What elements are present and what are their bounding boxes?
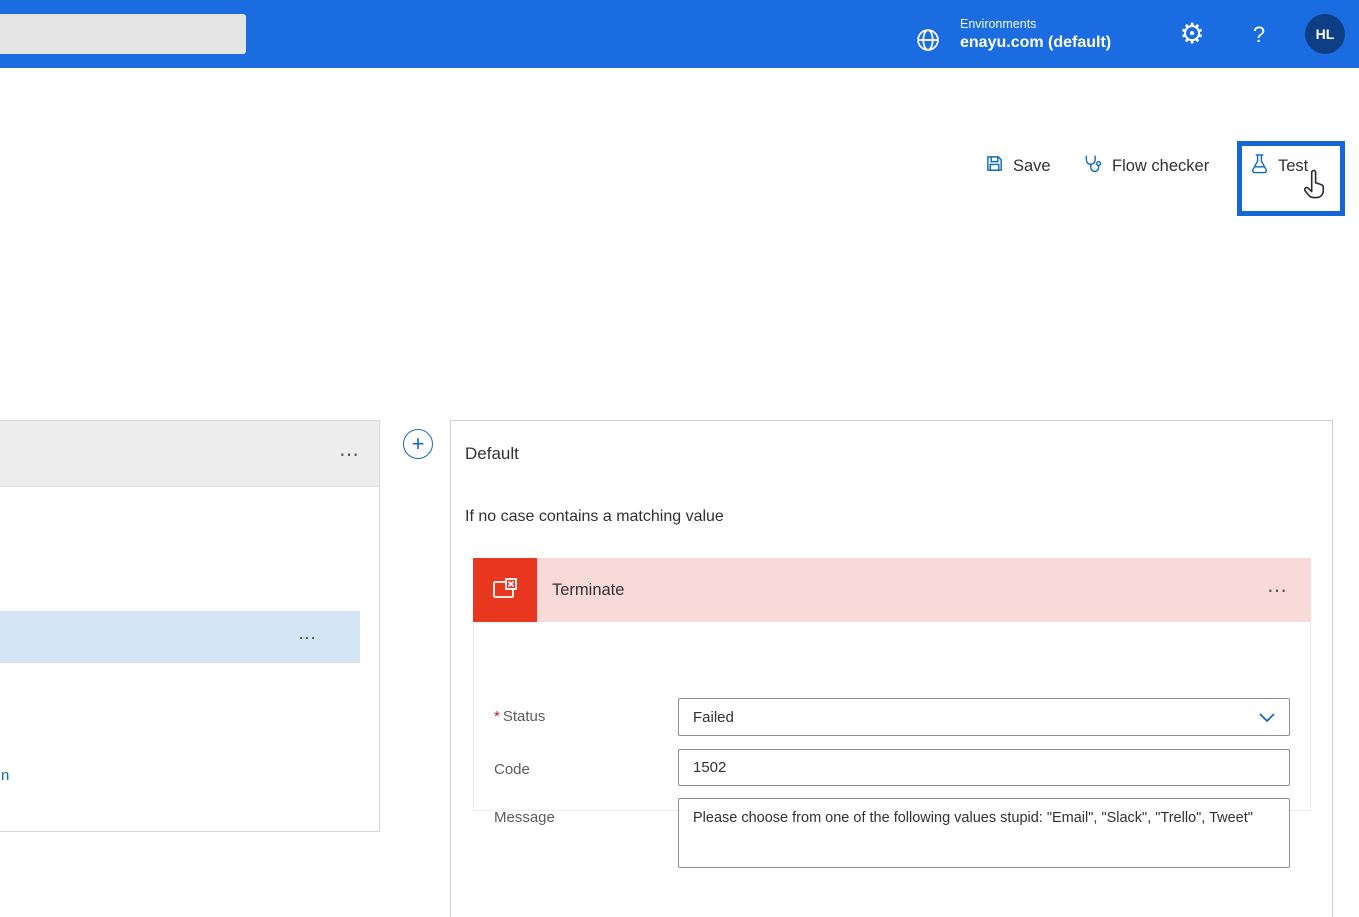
flow-checker-label: Flow checker [1112,156,1210,175]
code-input[interactable]: 1502 [678,749,1290,786]
save-button[interactable]: Save [985,152,1051,180]
environments-label: Environments [960,16,1037,31]
default-case-panel: Default If no case contains a matching v… [450,420,1333,917]
environment-name: enayu.com (default) [960,33,1112,51]
settings-gear-icon[interactable]: ⚙ [1176,16,1208,52]
search-input[interactable] [0,14,246,54]
code-input-value: 1502 [693,759,727,776]
test-label: Test [1278,156,1309,175]
terminate-action-card: Terminate ⋯ * Status Failed Code 1502 Me… [473,558,1311,868]
stethoscope-icon [1082,153,1103,179]
required-marker: * [494,708,500,725]
help-button[interactable]: ? [1246,20,1272,50]
add-case-button[interactable]: + [403,429,433,459]
environment-text: Environments enayu.com (default) [960,17,1111,52]
switch-card-menu-button[interactable]: ⋯ [339,445,361,465]
status-field-label: * Status [494,708,546,725]
save-label: Save [1013,156,1051,175]
selected-case-row[interactable]: ⋯ [0,611,360,663]
top-bar: Environments enayu.com (default) ⚙ ? HL [0,0,1359,68]
add-action-link-fragment[interactable]: n [1,767,9,784]
terminate-card-body: * Status Failed Code 1502 Message Please … [473,622,1311,868]
terminate-menu-button[interactable]: ⋯ [1267,581,1289,601]
environment-picker[interactable]: Environments enayu.com (default) [914,8,1111,60]
selected-case-menu-button[interactable]: ⋯ [298,629,318,647]
flow-checker-button[interactable]: Flow checker [1082,152,1209,180]
test-button[interactable]: Test [1250,152,1308,180]
status-dropdown-value: Failed [693,708,734,726]
code-field-label: Code [494,761,530,778]
save-icon [985,154,1004,178]
terminate-card-header[interactable]: Terminate ⋯ [473,558,1311,622]
switch-card-header[interactable]: ⋯ [0,421,379,487]
switch-case-card: ⋯ ⋯ n [0,420,380,832]
app-root: Environments enayu.com (default) ⚙ ? HL … [0,0,1359,917]
status-dropdown[interactable]: Failed [678,698,1290,736]
avatar[interactable]: HL [1305,14,1345,54]
environment-globe-icon [917,29,939,51]
flask-icon [1250,153,1269,179]
terminate-title: Terminate [552,580,625,599]
default-case-subtitle: If no case contains a matching value [465,508,724,525]
message-textarea[interactable]: Please choose from one of the following … [678,798,1290,868]
message-field-label: Message [494,809,555,826]
command-toolbar: Save Flow checker Test [0,68,1359,216]
chevron-down-icon [1259,713,1275,723]
default-case-title: Default [465,444,519,463]
terminate-icon [473,558,537,622]
